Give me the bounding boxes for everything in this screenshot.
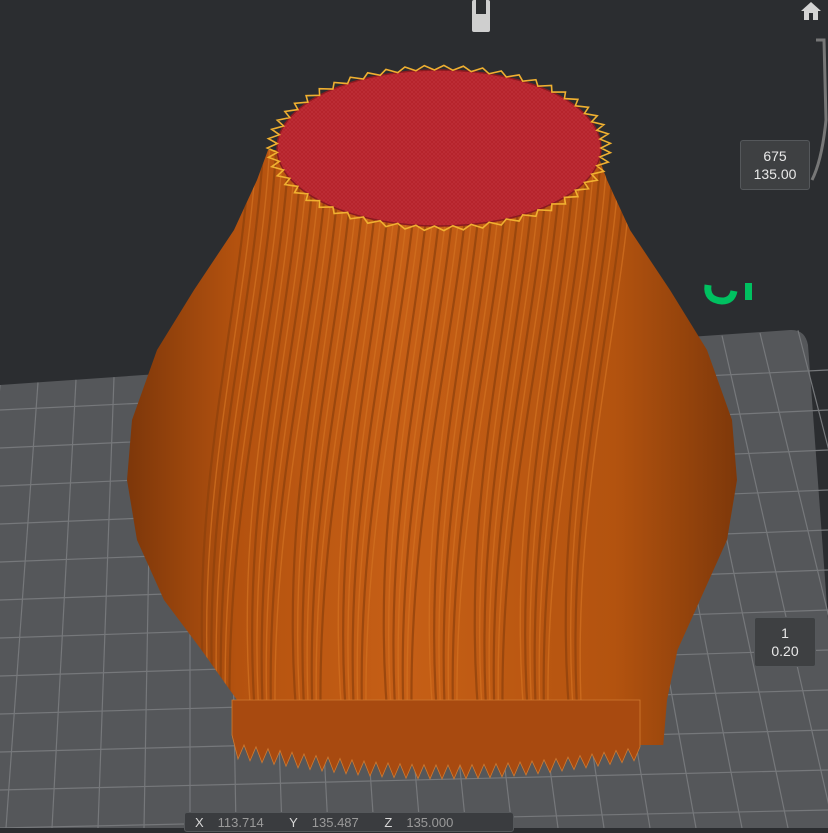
home-icon[interactable] — [798, 0, 824, 22]
vase-top-surface — [276, 69, 602, 227]
slider-handle-icon[interactable] — [470, 0, 492, 34]
bottom-layer-height: 0.20 — [771, 643, 799, 659]
bottom-layer-number: 1 — [781, 625, 789, 641]
coordinate-readout: X 113.714 Y 135.487 Z 135.000 — [184, 812, 514, 832]
layer-tag-bottom[interactable]: 1 0.20 — [754, 617, 816, 667]
vase-model[interactable] — [127, 64, 737, 781]
layer-tag-top[interactable]: 675 135.00 — [740, 140, 810, 190]
top-layer-number: 675 — [763, 148, 787, 164]
top-layer-height: 135.00 — [753, 166, 797, 182]
3d-viewport[interactable] — [0, 0, 828, 828]
bed-logo-fragment — [704, 283, 752, 305]
